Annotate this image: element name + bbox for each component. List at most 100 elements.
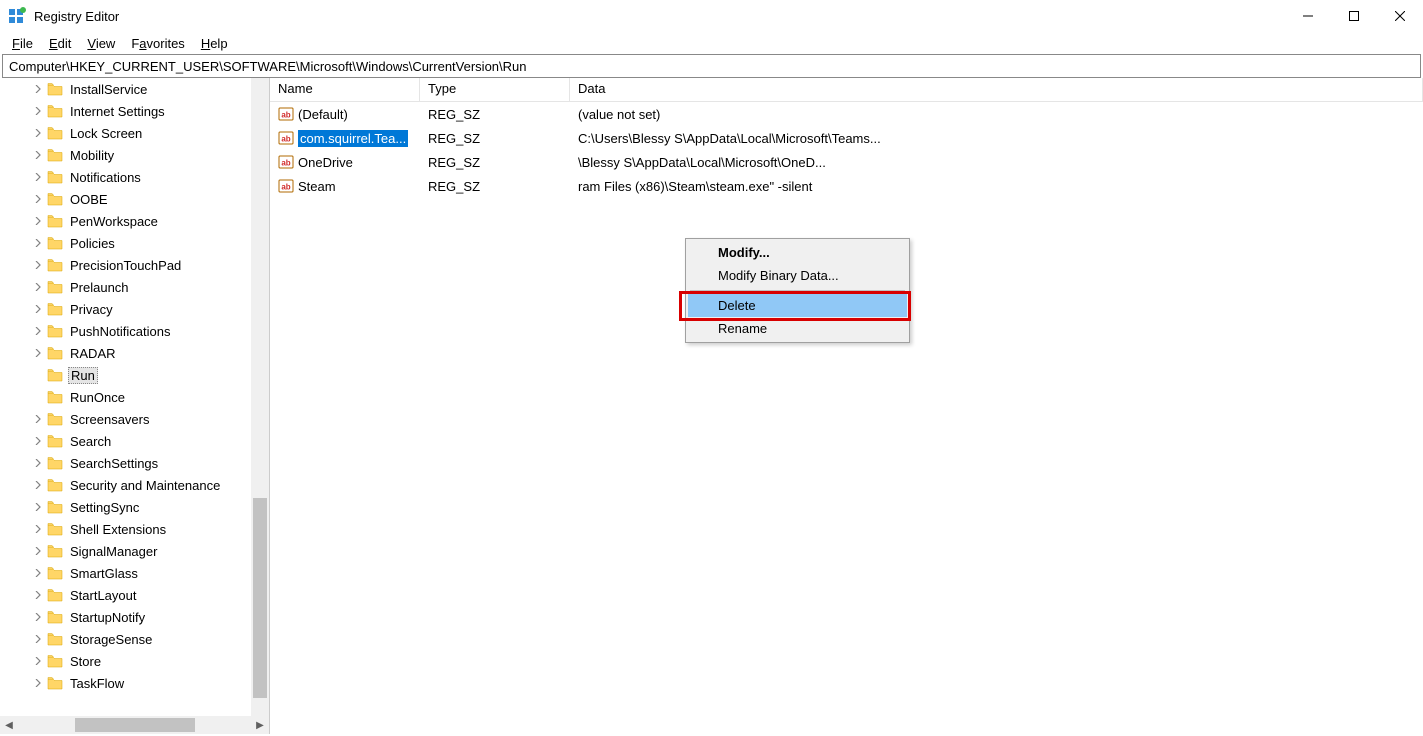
folder-icon	[46, 147, 64, 163]
chevron-right-icon[interactable]	[32, 679, 44, 687]
column-name[interactable]: Name	[270, 78, 420, 101]
tree-horizontal-scrollbar[interactable]: ◀ ▶	[0, 716, 269, 734]
chevron-right-icon[interactable]	[32, 547, 44, 555]
tree-item[interactable]: Store	[0, 650, 269, 672]
scroll-right-icon[interactable]: ▶	[251, 716, 269, 734]
chevron-right-icon[interactable]	[32, 85, 44, 93]
chevron-right-icon[interactable]	[32, 261, 44, 269]
tree-item[interactable]: TaskFlow	[0, 672, 269, 694]
tree-item[interactable]: SmartGlass	[0, 562, 269, 584]
chevron-right-icon[interactable]	[32, 657, 44, 665]
tree-item[interactable]: PrecisionTouchPad	[0, 254, 269, 276]
tree-item[interactable]: Privacy	[0, 298, 269, 320]
tree-item[interactable]: StartupNotify	[0, 606, 269, 628]
column-data[interactable]: Data	[570, 78, 1423, 101]
tree-item[interactable]: StorageSense	[0, 628, 269, 650]
tree-item[interactable]: SignalManager	[0, 540, 269, 562]
chevron-right-icon[interactable]	[32, 173, 44, 181]
tree-item-label: Screensavers	[70, 412, 149, 427]
address-text: Computer\HKEY_CURRENT_USER\SOFTWARE\Micr…	[9, 59, 527, 74]
tree-item-label: Internet Settings	[70, 104, 165, 119]
scrollbar-thumb[interactable]	[253, 498, 267, 698]
menu-help[interactable]: Help	[193, 34, 236, 53]
menu-favorites[interactable]: Favorites	[123, 34, 192, 53]
context-menu-modify[interactable]: Modify...	[688, 241, 907, 264]
tree-item[interactable]: Screensavers	[0, 408, 269, 430]
chevron-right-icon[interactable]	[32, 195, 44, 203]
tree-item[interactable]: RADAR	[0, 342, 269, 364]
list-header: Name Type Data	[270, 78, 1423, 102]
address-bar[interactable]: Computer\HKEY_CURRENT_USER\SOFTWARE\Micr…	[2, 54, 1421, 78]
tree-item[interactable]: SearchSettings	[0, 452, 269, 474]
minimize-button[interactable]	[1285, 0, 1331, 32]
chevron-right-icon[interactable]	[32, 591, 44, 599]
tree-item-label: Search	[70, 434, 111, 449]
tree-item[interactable]: Internet Settings	[0, 100, 269, 122]
tree-item[interactable]: Policies	[0, 232, 269, 254]
folder-icon	[46, 323, 64, 339]
chevron-right-icon[interactable]	[32, 437, 44, 445]
tree-item-label: Run	[71, 368, 95, 383]
tree-item[interactable]: Prelaunch	[0, 276, 269, 298]
chevron-right-icon[interactable]	[32, 151, 44, 159]
chevron-right-icon[interactable]	[32, 415, 44, 423]
tree-item-label: Lock Screen	[70, 126, 142, 141]
chevron-right-icon[interactable]	[32, 503, 44, 511]
close-button[interactable]	[1377, 0, 1423, 32]
maximize-button[interactable]	[1331, 0, 1377, 32]
reg-string-icon: ab	[278, 130, 294, 146]
tree-item[interactable]: Notifications	[0, 166, 269, 188]
value-data: \Blessy S\AppData\Local\Microsoft\OneD..…	[570, 155, 920, 170]
tree-item[interactable]: SettingSync	[0, 496, 269, 518]
context-menu-delete[interactable]: Delete	[688, 294, 907, 317]
value-type: REG_SZ	[420, 179, 570, 194]
tree-item[interactable]: RunOnce	[0, 386, 269, 408]
column-type[interactable]: Type	[420, 78, 570, 101]
chevron-right-icon[interactable]	[32, 107, 44, 115]
chevron-right-icon[interactable]	[32, 635, 44, 643]
list-row[interactable]: abOneDriveREG_SZ\Blessy S\AppData\Local\…	[270, 150, 1423, 174]
menu-file[interactable]: File	[4, 34, 41, 53]
chevron-right-icon[interactable]	[32, 129, 44, 137]
list-row[interactable]: abcom.squirrel.Tea...REG_SZC:\Users\Bles…	[270, 126, 1423, 150]
chevron-right-icon[interactable]	[32, 481, 44, 489]
folder-icon	[46, 587, 64, 603]
scrollbar-thumb[interactable]	[75, 718, 195, 732]
chevron-right-icon[interactable]	[32, 217, 44, 225]
chevron-right-icon[interactable]	[32, 239, 44, 247]
context-menu-modify-binary[interactable]: Modify Binary Data...	[688, 264, 907, 287]
scroll-left-icon[interactable]: ◀	[0, 716, 18, 734]
tree-item[interactable]: PenWorkspace	[0, 210, 269, 232]
chevron-right-icon[interactable]	[32, 569, 44, 577]
menu-edit[interactable]: Edit	[41, 34, 79, 53]
tree-vertical-scrollbar[interactable]	[251, 78, 269, 716]
folder-icon	[46, 609, 64, 625]
menu-view[interactable]: View	[79, 34, 123, 53]
tree-item[interactable]: Security and Maintenance	[0, 474, 269, 496]
chevron-right-icon[interactable]	[32, 613, 44, 621]
list-row[interactable]: ab(Default)REG_SZ(value not set)	[270, 102, 1423, 126]
tree-item[interactable]: Run	[0, 364, 269, 386]
chevron-right-icon[interactable]	[32, 349, 44, 357]
svg-text:ab: ab	[281, 183, 290, 192]
tree-item[interactable]: Lock Screen	[0, 122, 269, 144]
tree-item[interactable]: PushNotifications	[0, 320, 269, 342]
tree-item[interactable]: OOBE	[0, 188, 269, 210]
titlebar: Registry Editor	[0, 0, 1423, 32]
chevron-right-icon[interactable]	[32, 283, 44, 291]
tree-item-label: Mobility	[70, 148, 114, 163]
tree-item[interactable]: StartLayout	[0, 584, 269, 606]
tree-item[interactable]: Search	[0, 430, 269, 452]
context-menu-rename[interactable]: Rename	[688, 317, 907, 340]
folder-icon	[46, 367, 64, 383]
tree-item[interactable]: InstallService	[0, 78, 269, 100]
list-row[interactable]: abSteamREG_SZram Files (x86)\Steam\steam…	[270, 174, 1423, 198]
tree-item-label: SmartGlass	[70, 566, 138, 581]
chevron-right-icon[interactable]	[32, 525, 44, 533]
chevron-right-icon[interactable]	[32, 305, 44, 313]
tree-item-label: Notifications	[70, 170, 141, 185]
chevron-right-icon[interactable]	[32, 459, 44, 467]
tree-item[interactable]: Shell Extensions	[0, 518, 269, 540]
tree-item[interactable]: Mobility	[0, 144, 269, 166]
chevron-right-icon[interactable]	[32, 327, 44, 335]
